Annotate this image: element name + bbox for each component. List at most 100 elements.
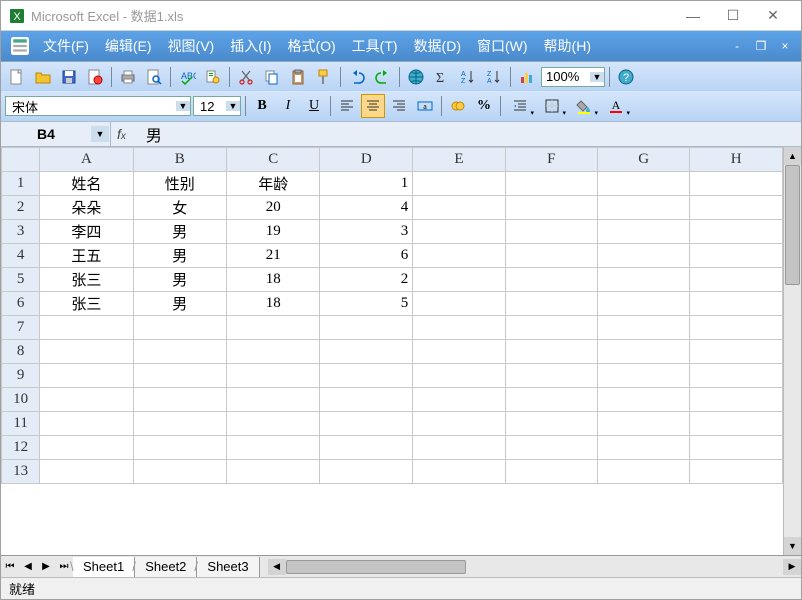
size-dropdown-icon[interactable]: ▼ (226, 101, 240, 111)
cell-D12[interactable] (320, 436, 413, 460)
cell-C7[interactable] (227, 316, 320, 340)
sheet-tab-Sheet3[interactable]: Sheet3 (197, 557, 259, 577)
cell-G4[interactable] (597, 244, 690, 268)
merge-center-button[interactable]: a (413, 94, 437, 118)
font-size-combo[interactable]: ▼ (193, 96, 241, 116)
font-color-button[interactable]: A (601, 94, 631, 118)
maximize-button[interactable]: ☐ (713, 2, 753, 30)
zoom-dropdown-icon[interactable]: ▼ (590, 72, 604, 82)
tab-prev-icon[interactable]: ◀ (19, 558, 37, 576)
cell-E10[interactable] (413, 388, 505, 412)
help-button[interactable]: ? (614, 65, 638, 89)
sort-desc-button[interactable]: ZA (482, 65, 506, 89)
cell-H13[interactable] (690, 460, 783, 484)
row-header-5[interactable]: 5 (2, 268, 40, 292)
cell-D8[interactable] (320, 340, 413, 364)
fill-color-button[interactable] (569, 94, 599, 118)
cell-G9[interactable] (597, 364, 690, 388)
cell-A5[interactable]: 张三 (40, 268, 133, 292)
cell-C5[interactable]: 18 (227, 268, 320, 292)
cell-H2[interactable] (690, 196, 783, 220)
align-right-button[interactable] (387, 94, 411, 118)
cell-B2[interactable]: 女 (133, 196, 226, 220)
cell-H4[interactable] (690, 244, 783, 268)
print-preview-button[interactable] (142, 65, 166, 89)
menu-format[interactable]: 格式(O) (279, 33, 343, 59)
cell-E4[interactable] (413, 244, 505, 268)
cell-A12[interactable] (40, 436, 133, 460)
cell-A9[interactable] (40, 364, 133, 388)
cell-B8[interactable] (133, 340, 226, 364)
menu-view[interactable]: 视图(V) (160, 33, 223, 59)
cell-C10[interactable] (227, 388, 320, 412)
cell-C9[interactable] (227, 364, 320, 388)
cell-B12[interactable] (133, 436, 226, 460)
cell-E12[interactable] (413, 436, 505, 460)
col-header-F[interactable]: F (505, 148, 597, 172)
sheet-table[interactable]: ABCDEFGH1姓名性别年龄12朵朵女2043李四男1934王五男2165张三… (1, 147, 783, 484)
cell-D4[interactable]: 6 (320, 244, 413, 268)
sheet-tab-Sheet2[interactable]: Sheet2 (135, 557, 197, 577)
font-dropdown-icon[interactable]: ▼ (176, 101, 190, 111)
name-box[interactable]: ▼ (1, 122, 111, 146)
cell-D3[interactable]: 3 (320, 220, 413, 244)
cell-F1[interactable] (505, 172, 597, 196)
copy-button[interactable] (260, 65, 284, 89)
cell-C2[interactable]: 20 (227, 196, 320, 220)
cell-H7[interactable] (690, 316, 783, 340)
cell-D7[interactable] (320, 316, 413, 340)
cell-H3[interactable] (690, 220, 783, 244)
cell-H10[interactable] (690, 388, 783, 412)
cell-D11[interactable] (320, 412, 413, 436)
scroll-right-icon[interactable]: ▶ (783, 559, 801, 575)
cell-G11[interactable] (597, 412, 690, 436)
cell-D1[interactable]: 1 (320, 172, 413, 196)
menu-insert[interactable]: 插入(I) (222, 33, 279, 59)
font-size-input[interactable] (194, 99, 226, 114)
cell-E5[interactable] (413, 268, 505, 292)
file-grip-icon[interactable] (11, 37, 29, 55)
zoom-input[interactable] (542, 69, 590, 84)
cell-F8[interactable] (505, 340, 597, 364)
mdi-minimize-icon[interactable]: - (729, 38, 745, 54)
menu-window[interactable]: 窗口(W) (469, 33, 536, 59)
font-name-input[interactable] (6, 99, 176, 114)
cell-H5[interactable] (690, 268, 783, 292)
cell-F7[interactable] (505, 316, 597, 340)
zoom-combo[interactable]: ▼ (541, 67, 605, 87)
col-header-B[interactable]: B (133, 148, 226, 172)
cell-B7[interactable] (133, 316, 226, 340)
cell-A11[interactable] (40, 412, 133, 436)
cell-A1[interactable]: 姓名 (40, 172, 133, 196)
vertical-scrollbar[interactable]: ▲ ▼ (783, 147, 801, 555)
cell-B3[interactable]: 男 (133, 220, 226, 244)
cell-H12[interactable] (690, 436, 783, 460)
row-header-7[interactable]: 7 (2, 316, 40, 340)
cell-A4[interactable]: 王五 (40, 244, 133, 268)
cell-E3[interactable] (413, 220, 505, 244)
cell-G8[interactable] (597, 340, 690, 364)
col-header-H[interactable]: H (690, 148, 783, 172)
hyperlink-button[interactable] (404, 65, 428, 89)
cell-E7[interactable] (413, 316, 505, 340)
scroll-down-icon[interactable]: ▼ (784, 537, 801, 555)
cell-G6[interactable] (597, 292, 690, 316)
cell-G3[interactable] (597, 220, 690, 244)
paste-button[interactable] (286, 65, 310, 89)
cell-G12[interactable] (597, 436, 690, 460)
cell-D2[interactable]: 4 (320, 196, 413, 220)
sort-asc-button[interactable]: AZ (456, 65, 480, 89)
cell-A13[interactable] (40, 460, 133, 484)
col-header-C[interactable]: C (227, 148, 320, 172)
cell-E8[interactable] (413, 340, 505, 364)
col-header-D[interactable]: D (320, 148, 413, 172)
cell-D9[interactable] (320, 364, 413, 388)
row-header-1[interactable]: 1 (2, 172, 40, 196)
cell-A2[interactable]: 朵朵 (40, 196, 133, 220)
cell-B5[interactable]: 男 (133, 268, 226, 292)
row-header-8[interactable]: 8 (2, 340, 40, 364)
namebox-dropdown-icon[interactable]: ▼ (91, 126, 109, 142)
cell-C8[interactable] (227, 340, 320, 364)
cell-F12[interactable] (505, 436, 597, 460)
cell-C6[interactable]: 18 (227, 292, 320, 316)
